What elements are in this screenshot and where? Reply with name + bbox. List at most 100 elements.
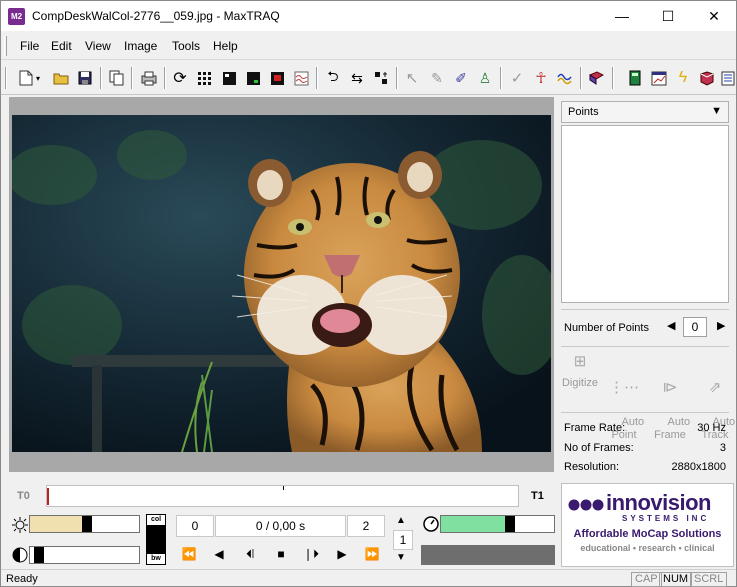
menubar-grip[interactable] xyxy=(4,36,7,56)
frame-green-icon[interactable] xyxy=(244,69,262,87)
book-icon[interactable] xyxy=(587,69,605,87)
brightness-knob[interactable] xyxy=(82,516,92,532)
grid-icon[interactable] xyxy=(195,69,213,87)
scroll-lock-indicator: SCRL xyxy=(690,572,728,587)
stick-figure-icon[interactable]: ☥ xyxy=(532,69,550,87)
timeline-start-marker[interactable] xyxy=(47,488,49,505)
resolution-row: Resolution: 2880x1800 xyxy=(564,461,728,473)
digitize-button[interactable]: ⊞ Digitize xyxy=(558,354,602,390)
step-spinner[interactable]: ▲ 1 ▼ xyxy=(393,515,413,565)
speed-knob[interactable] xyxy=(505,516,515,532)
crosshair-icon[interactable] xyxy=(372,69,390,87)
open-folder-icon[interactable] xyxy=(52,69,70,87)
app-icon[interactable]: M2 xyxy=(8,8,25,25)
frame-red-icon[interactable] xyxy=(268,69,286,87)
new-dropdown-icon[interactable]: ▾ xyxy=(33,69,43,87)
speed-slider[interactable] xyxy=(440,515,555,533)
wave-icon[interactable] xyxy=(292,69,310,87)
close-button[interactable]: ✕ xyxy=(691,1,737,31)
frame-current-field[interactable]: 0 / 0,00 s xyxy=(215,515,346,537)
fast-forward-button[interactable]: ⏩ xyxy=(363,546,381,562)
menu-image[interactable]: Image xyxy=(124,39,157,53)
status-text: Ready xyxy=(6,573,38,585)
contrast-knob[interactable] xyxy=(34,547,44,563)
points-list[interactable] xyxy=(561,125,729,303)
save-icon[interactable] xyxy=(76,69,94,87)
number-of-points-field[interactable]: 0 xyxy=(683,317,707,337)
speed-fill xyxy=(441,516,505,532)
chevron-left-icon[interactable]: ◀ xyxy=(667,319,675,332)
digitize-label: Digitize xyxy=(561,377,599,389)
calculator-icon[interactable] xyxy=(626,69,644,87)
auto-point-button[interactable]: ⋮⋯ Auto Point xyxy=(602,355,646,455)
points-dropdown[interactable]: Points ▼ xyxy=(561,101,729,123)
step-back-button[interactable]: ◀ xyxy=(210,546,228,562)
points-dropdown-value: Points xyxy=(568,106,599,118)
pencil-icon[interactable]: ✐ xyxy=(452,69,470,87)
check-icon[interactable]: ✓ xyxy=(508,69,526,87)
tiger-image[interactable] xyxy=(12,115,551,452)
auto-track-button[interactable]: ⇗ Auto Track xyxy=(693,355,737,455)
menu-file[interactable]: File xyxy=(20,39,39,53)
rotate-icon[interactable]: ⮌ xyxy=(324,68,342,87)
status-bar: Ready CAP NUM SCRL xyxy=(1,569,736,587)
menu-tools[interactable]: Tools xyxy=(172,39,200,53)
resolution-value: 2880x1800 xyxy=(671,461,726,473)
refresh-icon[interactable]: ⟳ xyxy=(171,69,189,87)
list-icon[interactable] xyxy=(719,69,737,87)
toolbar-separator xyxy=(164,67,166,89)
contrast-slider[interactable] xyxy=(29,546,140,564)
menu-view[interactable]: View xyxy=(85,39,111,53)
frame-end-field[interactable]: 2 xyxy=(347,515,385,537)
resolution-label: Resolution: xyxy=(564,461,620,473)
auto-frame-icon: ⧐ xyxy=(662,379,678,396)
pointer-icon[interactable]: ✎ xyxy=(428,69,446,87)
frame-start-field[interactable]: 0 xyxy=(176,515,214,537)
print-icon[interactable] xyxy=(140,69,158,87)
timeline-end-label: T1 xyxy=(531,490,544,502)
frame-icon[interactable] xyxy=(220,69,238,87)
title-bar[interactable]: M2 CompDeskWalCol-2776__059.jpg - MaxTRA… xyxy=(1,1,736,31)
cursor-icon[interactable]: ↖ xyxy=(403,69,421,87)
stop-button[interactable]: ■ xyxy=(272,546,290,562)
export-icon[interactable] xyxy=(698,69,716,87)
toolbar-separator xyxy=(100,67,102,89)
menu-edit[interactable]: Edit xyxy=(51,39,72,53)
number-of-points-label: Number of Points xyxy=(564,322,649,334)
speedometer-icon xyxy=(422,515,440,533)
divider xyxy=(561,346,729,347)
graph-icon[interactable] xyxy=(556,69,574,87)
lightning-icon[interactable]: ϟ xyxy=(674,69,692,87)
play-forward-button[interactable]: ❘⏵ xyxy=(302,546,320,562)
copy-icon[interactable] xyxy=(108,69,126,87)
timeline-start-label: T0 xyxy=(17,490,30,502)
step-value[interactable]: 1 xyxy=(393,530,413,550)
frame-rate-row: Frame Rate: 30 Hz xyxy=(564,422,728,434)
toolbar-separator xyxy=(612,67,614,89)
spinner-down-icon[interactable]: ▼ xyxy=(396,552,406,563)
swap-icon[interactable]: ⇆ xyxy=(348,69,366,87)
step-forward-button[interactable]: ▶ xyxy=(333,546,351,562)
auto-point-icon: ⋮⋯ xyxy=(609,379,639,396)
timeline-tick xyxy=(283,486,284,490)
timeline-slider[interactable] xyxy=(46,485,519,507)
minimize-button[interactable]: — xyxy=(599,1,645,31)
chevron-right-icon[interactable]: ▶ xyxy=(717,319,725,332)
brightness-slider[interactable] xyxy=(29,515,140,533)
menu-help[interactable]: Help xyxy=(213,39,238,53)
num-lock-indicator: NUM xyxy=(659,572,693,587)
spinner-up-icon[interactable]: ▲ xyxy=(396,515,406,526)
chart-icon[interactable] xyxy=(650,69,668,87)
maximize-button[interactable]: ☐ xyxy=(645,1,691,31)
person-stand-icon[interactable]: ♙ xyxy=(476,69,494,87)
frame-rate-label: Frame Rate: xyxy=(564,422,626,434)
right-panel: Points ▼ Number of Points ◀ 0 ▶ ⊞ Digiti… xyxy=(557,97,735,478)
innovision-logo: innovision SYSTEMS INC Affordable MoCap … xyxy=(561,483,734,567)
toolbar-grip[interactable] xyxy=(5,67,7,89)
image-viewport[interactable] xyxy=(9,97,554,472)
chevron-down-icon: ▼ xyxy=(711,105,722,117)
auto-frame-button[interactable]: ⧐ Auto Frame xyxy=(648,355,692,455)
color-mode-toggle[interactable]: col bw xyxy=(146,514,166,565)
rewind-button[interactable]: ⏪ xyxy=(180,546,198,562)
play-backward-button[interactable]: ⏴❘ xyxy=(241,546,259,562)
